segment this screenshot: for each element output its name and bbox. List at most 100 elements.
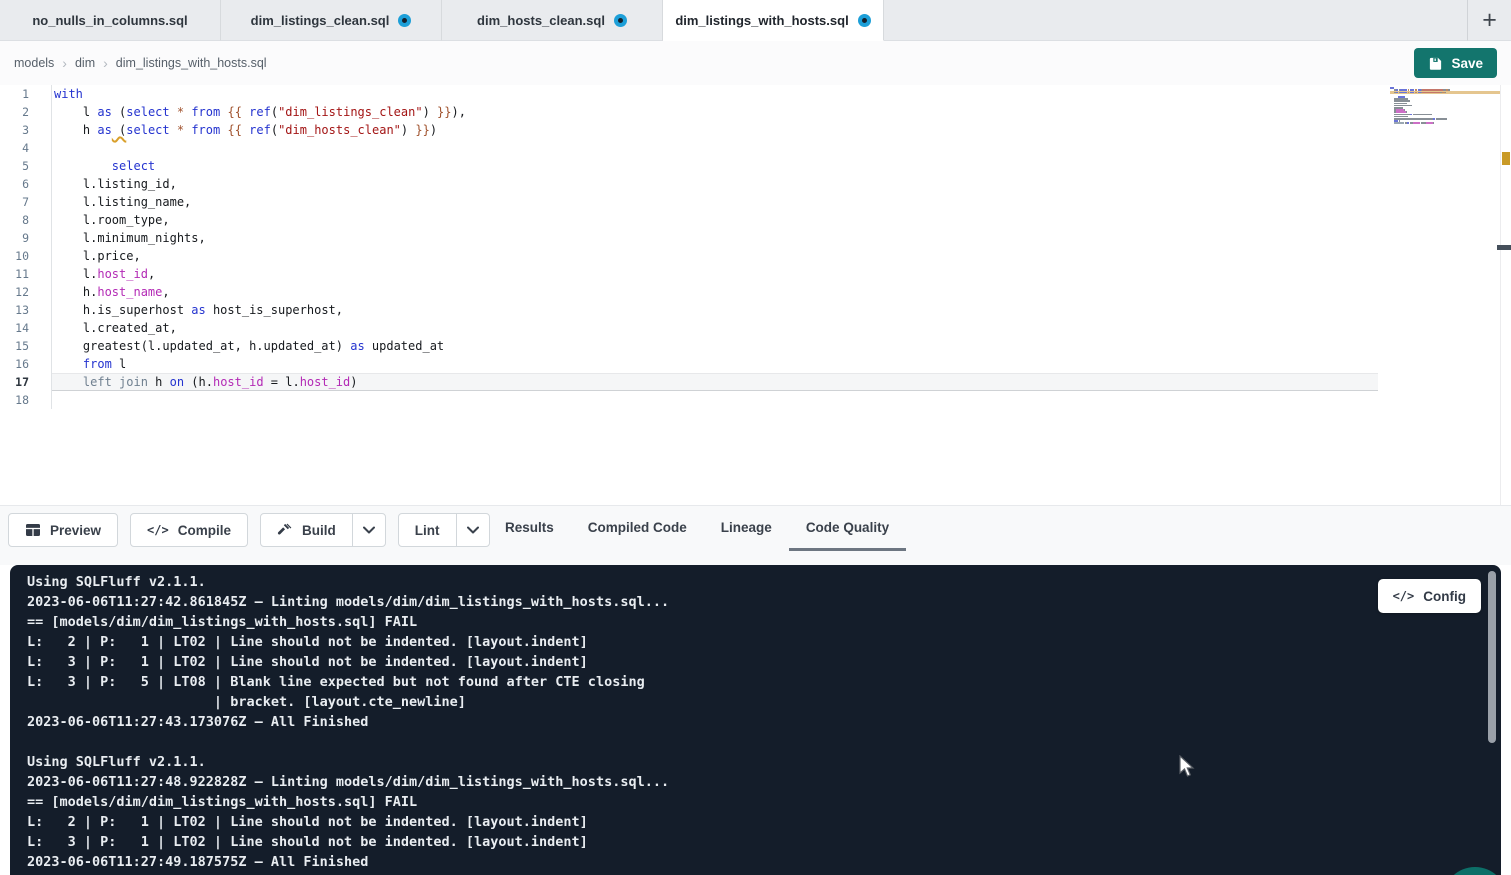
lint-dropdown-button[interactable] (457, 514, 489, 546)
build-button[interactable]: Build (261, 514, 353, 546)
code-line[interactable]: 17 left join h on (h.host_id = l.host_id… (0, 373, 1378, 391)
terminal-output: Using SQLFluff v2.1.1.2023-06-06T11:27:4… (27, 572, 669, 872)
unsaved-changes-icon (858, 14, 871, 27)
line-number: 5 (0, 157, 52, 175)
panel-tab-lineage[interactable]: Lineage (704, 506, 789, 551)
code-line[interactable]: 14 l.created_at, (0, 319, 1378, 337)
new-tab-button[interactable]: + (1467, 0, 1511, 41)
terminal-scrollbar[interactable] (1488, 571, 1496, 743)
code-line[interactable]: 9 l.minimum_nights, (0, 229, 1378, 247)
tab-list: no_nulls_in_columns.sql dim_listings_clea… (0, 0, 884, 41)
editor-file-tab[interactable]: no_nulls_in_columns.sql (0, 0, 221, 41)
save-label: Save (1451, 56, 1483, 71)
terminal-panel: Using SQLFluff v2.1.1.2023-06-06T11:27:4… (10, 565, 1501, 875)
code-line[interactable]: 15 greatest(l.updated_at, h.updated_at) … (0, 337, 1378, 355)
code-line[interactable]: 1with (0, 85, 1378, 103)
terminal-line: Using SQLFluff v2.1.1. (27, 572, 669, 592)
editor-file-tab[interactable]: dim_hosts_clean.sql (442, 0, 663, 41)
line-number: 18 (0, 391, 52, 409)
build-dropdown-button[interactable] (353, 514, 385, 546)
code-lines: 1with2 l as (select * from {{ ref("dim_l… (0, 85, 1378, 409)
panel-tab-code-quality[interactable]: Code Quality (789, 506, 906, 551)
preview-button[interactable]: Preview (8, 513, 118, 547)
line-number: 2 (0, 103, 52, 121)
code-text: left join h on (h.host_id = l.host_id) (52, 373, 1378, 391)
terminal-line: == [models/dim/dim_listings_with_hosts.s… (27, 792, 669, 812)
terminal-line: 2023-06-06T11:27:49.187575Z — All Finish… (27, 852, 669, 872)
dot-center (862, 18, 867, 23)
terminal-line: L: 2 | P: 1 | LT02 | Line should not be … (27, 812, 669, 832)
code-text: h as (select * from {{ ref("dim_hosts_cl… (52, 121, 1378, 139)
hammer-icon (277, 522, 293, 538)
terminal-line: | bracket. [layout.cte_newline] (27, 692, 669, 712)
code-line[interactable]: 11 l.host_id, (0, 265, 1378, 283)
line-number: 14 (0, 319, 52, 337)
code-text: h.host_name, (52, 283, 1378, 301)
code-text: with (52, 85, 1378, 103)
code-text: greatest(l.updated_at, h.updated_at) as … (52, 337, 1378, 355)
tab-bar-filler (884, 0, 1467, 41)
chevron-right-icon: › (103, 56, 108, 70)
unsaved-changes-icon (614, 14, 627, 27)
terminal-line: 2023-06-06T11:27:42.861845Z — Linting mo… (27, 592, 669, 612)
compile-button[interactable]: </> Compile (130, 513, 248, 547)
code-text: l.host_id, (52, 265, 1378, 283)
line-number: 15 (0, 337, 52, 355)
line-number: 9 (0, 229, 52, 247)
save-button[interactable]: Save (1414, 48, 1497, 78)
code-line[interactable]: 16 from l (0, 355, 1378, 373)
code-line[interactable]: 4 (0, 139, 1378, 157)
code-text (52, 391, 1378, 409)
code-text: from l (52, 355, 1378, 373)
line-number: 7 (0, 193, 52, 211)
code-text: l.listing_name, (52, 193, 1378, 211)
editor-file-tab[interactable]: dim_listings_clean.sql (221, 0, 442, 41)
code-editor[interactable]: 1with2 l as (select * from {{ ref("dim_l… (0, 85, 1511, 505)
code-line[interactable]: 6 l.listing_id, (0, 175, 1378, 193)
terminal-line (27, 732, 669, 752)
code-line[interactable]: 13 h.is_superhost as host_is_superhost, (0, 301, 1378, 319)
code-line[interactable]: 18 (0, 391, 1378, 409)
terminal-line: == [models/dim/dim_listings_with_hosts.s… (27, 612, 669, 632)
editor-file-tab[interactable]: dim_listings_with_hosts.sql (663, 0, 884, 41)
code-line[interactable]: 10 l.price, (0, 247, 1378, 265)
code-text: l as (select * from {{ ref("dim_listings… (52, 103, 1378, 121)
line-number: 13 (0, 301, 52, 319)
help-button[interactable] (1443, 867, 1501, 875)
line-number: 17 (0, 373, 52, 391)
tab-bar: no_nulls_in_columns.sql dim_listings_clea… (0, 0, 1511, 41)
minimap[interactable] (1390, 87, 1462, 126)
lint-button[interactable]: Lint (399, 514, 457, 546)
code-icon: </> (147, 523, 169, 537)
terminal-line: L: 3 | P: 5 | LT08 | Blank line expected… (27, 672, 669, 692)
code-line[interactable]: 5 select (0, 157, 1378, 175)
panel-tab-results[interactable]: Results (488, 506, 571, 551)
tab-label: no_nulls_in_columns.sql (32, 13, 187, 28)
config-label: Config (1423, 589, 1466, 604)
code-text: l.listing_id, (52, 175, 1378, 193)
preview-label: Preview (50, 523, 101, 538)
tab-label: dim_hosts_clean.sql (477, 13, 605, 28)
line-number: 12 (0, 283, 52, 301)
code-line[interactable]: 2 l as (select * from {{ ref("dim_listin… (0, 103, 1378, 121)
mouse-cursor (1178, 755, 1196, 784)
line-number: 1 (0, 85, 52, 103)
code-line[interactable]: 12 h.host_name, (0, 283, 1378, 301)
breadcrumb-bar: models›dim›dim_listings_with_hosts.sql S… (0, 41, 1511, 85)
plus-icon: + (1482, 6, 1497, 35)
line-number: 3 (0, 121, 52, 139)
code-line[interactable]: 8 l.room_type, (0, 211, 1378, 229)
terminal-line: L: 3 | P: 1 | LT02 | Line should not be … (27, 652, 669, 672)
tab-label: dim_listings_with_hosts.sql (675, 13, 848, 28)
compile-label: Compile (178, 523, 231, 538)
code-line[interactable]: 3 h as (select * from {{ ref("dim_hosts_… (0, 121, 1378, 139)
ruler-warning-mark (1502, 152, 1510, 165)
lint-button-group: Lint (398, 513, 490, 547)
code-line[interactable]: 7 l.listing_name, (0, 193, 1378, 211)
code-text: l.minimum_nights, (52, 229, 1378, 247)
panel-tab-compiled-code[interactable]: Compiled Code (571, 506, 704, 551)
toolbar-buttons: Preview </> Compile Build (8, 513, 490, 547)
config-button[interactable]: </> Config (1378, 579, 1481, 613)
code-text: l.room_type, (52, 211, 1378, 229)
breadcrumb: models›dim›dim_listings_with_hosts.sql (14, 56, 267, 70)
